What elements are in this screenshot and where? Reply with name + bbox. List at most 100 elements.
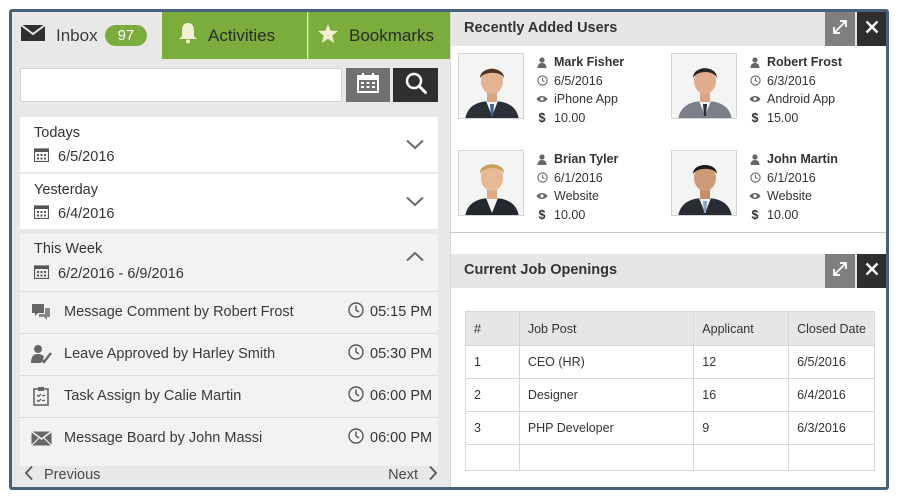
date-text: 6/4/2016 xyxy=(58,205,115,222)
job-openings-title: Current Job Openings xyxy=(464,262,618,278)
panel-divider xyxy=(451,232,886,233)
avatar[interactable] xyxy=(458,150,524,216)
activity-item[interactable]: Message Comment by Robert Frost 05:15 PM xyxy=(20,291,438,332)
user-info: John Martin 6/1/2016 Website $10.00 xyxy=(749,150,838,224)
user-date: 6/3/2016 xyxy=(767,73,816,88)
user-approved-icon xyxy=(30,343,52,365)
table-cell: 2 xyxy=(465,378,520,412)
next-button[interactable]: Next xyxy=(388,465,438,485)
avatar[interactable] xyxy=(671,150,737,216)
user-source: Website xyxy=(554,189,599,204)
table-row[interactable]: 1 CEO (HR) 12 6/5/2016 xyxy=(465,345,875,379)
clock-icon xyxy=(536,75,548,86)
search-input[interactable] xyxy=(20,68,342,102)
activity-time: 06:00 PM xyxy=(370,430,433,446)
date-text: 6/5/2016 xyxy=(58,148,115,165)
user-name[interactable]: Brian Tyler xyxy=(554,152,618,166)
comment-icon xyxy=(30,301,52,323)
tab-activities-label: Activities xyxy=(208,25,276,45)
user-info: Mark Fisher 6/5/2016 iPhone App $10.00 xyxy=(536,53,624,127)
tab-inbox[interactable]: Inbox 97 xyxy=(12,12,162,59)
dashboard-frame: Inbox 97 Activities Bookmarks Todays 6/5… xyxy=(9,9,889,490)
user-amount: 15.00 xyxy=(767,110,799,125)
table-cell xyxy=(518,444,695,471)
activity-item[interactable]: Task Assign by Calie Martin 06:00 PM xyxy=(20,375,438,416)
user-date: 6/5/2016 xyxy=(554,73,603,88)
close-button[interactable] xyxy=(857,12,886,46)
column-header[interactable]: # xyxy=(465,311,520,346)
accordion-yesterday[interactable]: Yesterday 6/4/2016 xyxy=(20,174,438,229)
activity-text: Leave Approved by Harley Smith xyxy=(64,346,276,362)
clipboard-icon xyxy=(30,385,52,407)
dollar-icon: $ xyxy=(751,110,759,125)
tab-activities[interactable]: Activities xyxy=(162,12,307,59)
column-header[interactable]: Closed Date xyxy=(788,311,875,346)
calendar-icon xyxy=(33,147,50,166)
table-cell: Designer xyxy=(518,378,695,412)
calendar-icon xyxy=(33,264,50,283)
table-cell xyxy=(693,444,790,471)
chevron-right-icon xyxy=(428,465,438,485)
user-name[interactable]: John Martin xyxy=(767,152,838,166)
inbox-count-badge: 97 xyxy=(104,25,148,46)
user-icon xyxy=(749,154,761,165)
tab-bookmarks[interactable]: Bookmarks xyxy=(308,12,450,59)
avatar[interactable] xyxy=(671,53,737,119)
calendar-icon xyxy=(357,72,379,98)
table-cell: 9 xyxy=(693,411,790,445)
activity-text: Task Assign by Calie Martin xyxy=(64,388,242,404)
accordion-this-week-header[interactable]: This Week 6/2/2016 - 6/9/2016 xyxy=(20,234,438,290)
user-card: Brian Tyler 6/1/2016 Website $10.00 xyxy=(458,150,668,222)
expand-button[interactable] xyxy=(825,254,855,288)
expand-button[interactable] xyxy=(825,12,855,46)
activity-time: 05:15 PM xyxy=(370,304,433,320)
avatar[interactable] xyxy=(458,53,524,119)
user-card: John Martin 6/1/2016 Website $10.00 xyxy=(671,150,881,222)
close-icon xyxy=(865,262,879,281)
user-source: Android App xyxy=(767,92,836,107)
job-openings-table: # Job Post Applicant Closed Date 1 CEO (… xyxy=(465,311,875,471)
calendar-button[interactable] xyxy=(346,68,390,102)
clock-icon xyxy=(348,427,364,449)
column-header[interactable]: Job Post xyxy=(518,311,695,346)
envelope-icon xyxy=(30,427,52,449)
calendar-icon xyxy=(33,204,50,223)
eye-icon xyxy=(536,95,548,103)
eye-icon xyxy=(749,95,761,103)
pagination: Previous Next xyxy=(12,463,450,487)
user-info: Robert Frost 6/3/2016 Android App $15.00 xyxy=(749,53,842,127)
clock-icon xyxy=(348,301,364,323)
expand-icon xyxy=(832,19,848,40)
user-icon xyxy=(536,154,548,165)
user-date: 6/1/2016 xyxy=(554,170,603,185)
accordion-yesterday-date: 6/4/2016 xyxy=(33,204,115,223)
close-button[interactable] xyxy=(857,254,886,288)
table-cell xyxy=(788,444,875,471)
accordion-todays-date: 6/5/2016 xyxy=(33,147,115,166)
table-row[interactable]: 2 Designer 16 6/4/2016 xyxy=(465,378,875,412)
clock-icon xyxy=(749,75,761,86)
table-row[interactable]: 3 PHP Developer 9 6/3/2016 xyxy=(465,411,875,445)
star-icon xyxy=(317,23,339,49)
user-info: Brian Tyler 6/1/2016 Website $10.00 xyxy=(536,150,618,224)
user-name[interactable]: Mark Fisher xyxy=(554,55,624,69)
activity-item[interactable]: Message Board by John Massi 06:00 PM xyxy=(20,417,438,458)
user-icon xyxy=(536,57,548,68)
widgets-column: Recently Added Users Mark Fisher 6/5/201… xyxy=(450,12,886,487)
table-cell: 6/5/2016 xyxy=(788,345,875,379)
recent-users-header: Recently Added Users xyxy=(451,12,886,46)
eye-icon xyxy=(536,192,548,200)
previous-label: Previous xyxy=(44,467,101,483)
clock-icon xyxy=(749,172,761,183)
user-name[interactable]: Robert Frost xyxy=(767,55,842,69)
user-card: Mark Fisher 6/5/2016 iPhone App $10.00 xyxy=(458,53,668,125)
tab-bookmarks-label: Bookmarks xyxy=(349,25,435,45)
activity-item[interactable]: Leave Approved by Harley Smith 05:30 PM xyxy=(20,333,438,374)
user-icon xyxy=(749,57,761,68)
accordion-todays[interactable]: Todays 6/5/2016 xyxy=(20,117,438,172)
column-header[interactable]: Applicant xyxy=(693,311,790,346)
user-date: 6/1/2016 xyxy=(767,170,816,185)
activity-text: Message Comment by Robert Frost xyxy=(64,304,294,320)
search-button[interactable] xyxy=(393,68,438,102)
previous-button[interactable]: Previous xyxy=(24,465,100,485)
